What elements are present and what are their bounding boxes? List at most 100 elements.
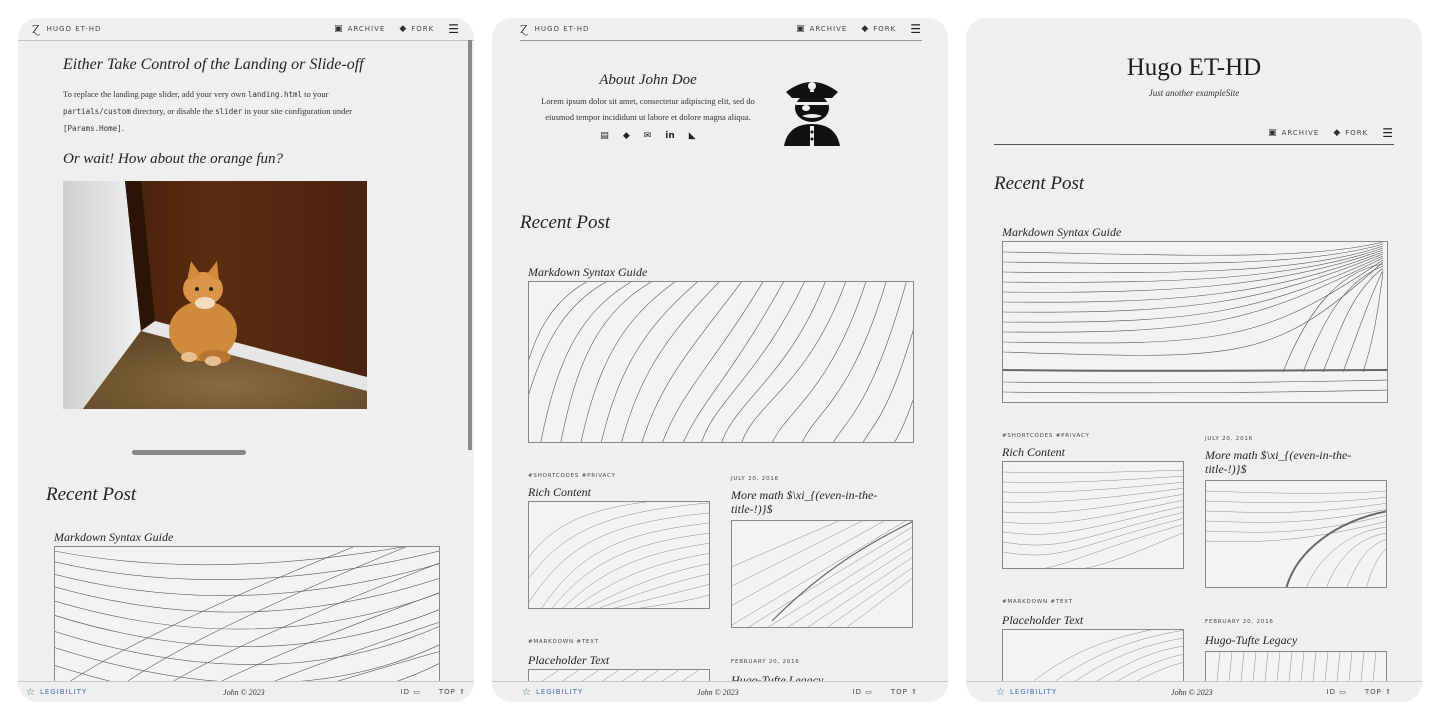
- top-link[interactable]: TOP ⇑: [439, 688, 466, 696]
- post-tags[interactable]: #MARKDOWN #TEXT: [528, 639, 599, 645]
- main-nav: ▣ ARCHIVE ◆ FORK ☰: [334, 22, 460, 36]
- id-label: ID: [1326, 688, 1336, 696]
- code-landing: landing.html: [247, 90, 303, 99]
- site-footer: ☆ LEGIBILITY John © 2023 ID ▭ TOP ⇑: [18, 681, 474, 702]
- post-thumbnail[interactable]: [528, 281, 914, 443]
- scrollbar-thumb[interactable]: [468, 40, 472, 450]
- brand-logo-icon: Ɀ: [520, 22, 529, 36]
- slide-paragraph: To replace the landing page slider, add …: [63, 86, 393, 137]
- linkedin-icon[interactable]: in: [665, 131, 675, 141]
- legibility-toggle[interactable]: ☆ LEGIBILITY: [522, 687, 583, 698]
- avatar: [780, 72, 844, 146]
- feed-icon[interactable]: ▤: [600, 131, 609, 141]
- top-link[interactable]: TOP ⇑: [1365, 688, 1392, 696]
- id-toggle[interactable]: ID ▭: [853, 688, 873, 696]
- site-header: Ɀ HUGO ET-HD ▣ ARCHIVE ◆ FORK ☰: [520, 18, 922, 41]
- toggle-icon: ▭: [1339, 688, 1347, 696]
- post-title-link[interactable]: Rich Content: [528, 485, 591, 500]
- nav-archive[interactable]: ▣ ARCHIVE: [334, 24, 385, 34]
- nav-archive[interactable]: ▣ ARCHIVE: [1268, 128, 1319, 138]
- section-title: Recent Post: [994, 173, 1085, 194]
- site-footer: ☆ LEGIBILITY John © 2023 ID ▭ TOP ⇑: [492, 681, 948, 702]
- legibility-label: LEGIBILITY: [39, 688, 88, 696]
- phone-screen-landing: Ɀ HUGO ET-HD ▣ ARCHIVE ◆ FORK ☰ Either Tak…: [18, 18, 474, 702]
- code-partials: partials/custom: [63, 107, 131, 116]
- social-links: ▤ ◆ ✉ in ◣: [528, 131, 768, 141]
- mail-icon[interactable]: ✉: [644, 131, 652, 141]
- post-thumbnail[interactable]: [1002, 461, 1184, 569]
- git-icon: ◆: [861, 24, 870, 34]
- nav-fork[interactable]: ◆ FORK: [861, 24, 896, 34]
- section-title: Recent Post: [46, 484, 137, 505]
- flowlines-graphic: [1003, 469, 1183, 568]
- slider-handle[interactable]: [132, 450, 246, 455]
- post-title-link[interactable]: Markdown Syntax Guide: [1002, 225, 1121, 240]
- post-title-link[interactable]: Markdown Syntax Guide: [54, 530, 173, 545]
- post-title-link[interactable]: Placeholder Text: [1002, 613, 1083, 628]
- post-title-link[interactable]: More math $\xi_{(even-in-the-title-!)}$: [1205, 448, 1385, 476]
- archive-icon: ▣: [334, 24, 344, 34]
- brand-link[interactable]: Ɀ HUGO ET-HD: [32, 23, 101, 36]
- cat-photo-graphic: [63, 181, 367, 409]
- hamburger-icon[interactable]: ☰: [1382, 126, 1394, 140]
- site-footer: ☆ LEGIBILITY John © 2023 ID ▭ TOP ⇑: [966, 681, 1422, 702]
- post-title-link[interactable]: More math $\xi_{(even-in-the-title-!)}$: [731, 488, 911, 516]
- cat-photo: [63, 181, 367, 409]
- git-icon: ◆: [399, 24, 408, 34]
- post-title-link[interactable]: Placeholder Text: [528, 653, 609, 668]
- post-title-link[interactable]: Markdown Syntax Guide: [528, 265, 647, 280]
- legibility-label: LEGIBILITY: [535, 688, 584, 696]
- post-tags[interactable]: #MARKDOWN #TEXT: [1002, 599, 1073, 605]
- hamburger-icon[interactable]: ☰: [448, 22, 460, 36]
- post-thumbnail[interactable]: [54, 546, 440, 686]
- copyright: John © 2023: [697, 687, 739, 697]
- post-title-link[interactable]: Hugo-Tufte Legacy: [1205, 633, 1297, 648]
- post-date: JULY 20, 2016: [731, 476, 779, 482]
- brand-link[interactable]: Ɀ HUGO ET-HD: [520, 23, 589, 36]
- flowlines-graphic: [1003, 242, 1387, 394]
- copyright: John © 2023: [223, 687, 265, 697]
- hamburger-icon[interactable]: ☰: [910, 22, 922, 36]
- git-icon: ◆: [1333, 128, 1342, 138]
- main-nav: ▣ ARCHIVE ◆ FORK ☰: [796, 22, 922, 36]
- legibility-toggle[interactable]: ☆ LEGIBILITY: [26, 687, 87, 698]
- post-tags[interactable]: #SHORTCODES #PRIVACY: [528, 473, 616, 479]
- post-thumbnail[interactable]: [1002, 241, 1388, 403]
- nav-fork[interactable]: ◆ FORK: [1333, 128, 1368, 138]
- id-toggle[interactable]: ID ▭: [1327, 688, 1347, 696]
- nav-archive-label: ARCHIVE: [809, 25, 848, 33]
- about-text: Lorem ipsum dolor sit amet, consectetur …: [541, 96, 755, 122]
- post-thumbnail[interactable]: [1002, 629, 1184, 689]
- stackoverflow-icon[interactable]: ◣: [689, 131, 696, 141]
- git-icon[interactable]: ◆: [623, 131, 630, 141]
- text-run: .: [121, 123, 124, 133]
- flowlines-graphic: [529, 282, 913, 442]
- about-block: About John Doe Lorem ipsum dolor sit ame…: [528, 72, 768, 141]
- post-thumbnail[interactable]: [528, 501, 710, 609]
- accessibility-icon: ☆: [26, 686, 36, 698]
- top-label: TOP: [1364, 688, 1382, 696]
- text-run: directory, or disable the: [130, 106, 216, 116]
- section-title: Recent Post: [520, 212, 611, 233]
- flowlines-graphic: [1206, 490, 1386, 587]
- id-label: ID: [400, 688, 410, 696]
- arrow-up-icon: ⇑: [1385, 688, 1392, 696]
- code-slider: slider: [215, 107, 243, 116]
- nav-archive[interactable]: ▣ ARCHIVE: [796, 24, 847, 34]
- site-title[interactable]: Hugo ET-HD: [966, 54, 1422, 82]
- nav-fork-label: FORK: [873, 25, 897, 33]
- legibility-label: LEGIBILITY: [1009, 688, 1058, 696]
- nav-fork-label: FORK: [411, 25, 435, 33]
- id-toggle[interactable]: ID ▭: [401, 688, 421, 696]
- post-thumbnail[interactable]: [731, 520, 913, 628]
- top-link[interactable]: TOP ⇑: [891, 688, 918, 696]
- id-label: ID: [852, 688, 862, 696]
- legibility-toggle[interactable]: ☆ LEGIBILITY: [996, 687, 1057, 698]
- post-tags[interactable]: #SHORTCODES #PRIVACY: [1002, 433, 1090, 439]
- code-params: [Params.Home]: [63, 124, 122, 133]
- nav-fork[interactable]: ◆ FORK: [399, 24, 434, 34]
- post-date: JULY 20, 2016: [1205, 436, 1253, 442]
- site-header: Ɀ HUGO ET-HD ▣ ARCHIVE ◆ FORK ☰: [18, 18, 474, 41]
- post-title-link[interactable]: Rich Content: [1002, 445, 1065, 460]
- post-thumbnail[interactable]: [1205, 480, 1387, 588]
